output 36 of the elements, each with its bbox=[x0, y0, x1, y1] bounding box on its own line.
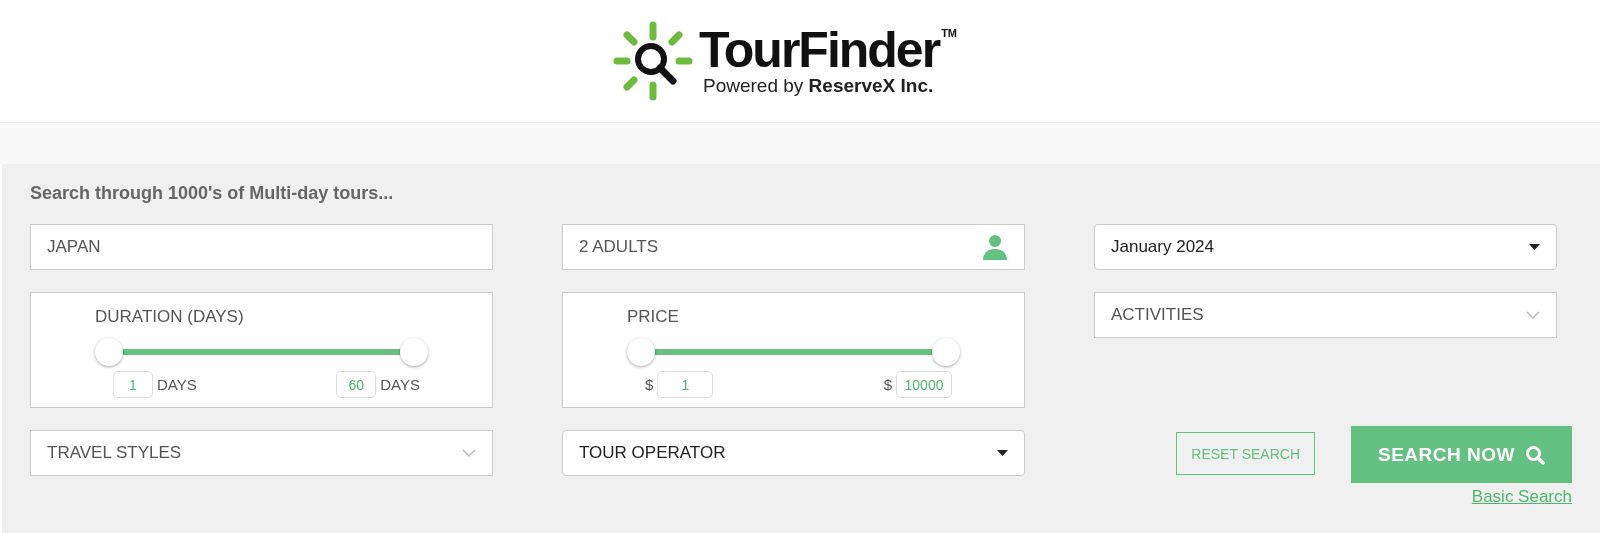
logo-icon bbox=[612, 21, 693, 101]
price-field[interactable]: 10000 bbox=[896, 371, 952, 398]
slider-thumb[interactable] bbox=[627, 338, 655, 366]
caret-icon bbox=[1529, 244, 1540, 250]
caret-icon bbox=[997, 450, 1008, 456]
slider-thumb[interactable] bbox=[400, 338, 428, 366]
basic-search-link[interactable]: Basic Search bbox=[1471, 487, 1572, 507]
person-icon bbox=[982, 234, 1008, 260]
activities-select[interactable]: ACTIVITIES bbox=[1094, 292, 1557, 338]
brand-name: TourFinder bbox=[698, 25, 940, 75]
month-select[interactable]: January 2024 bbox=[1094, 224, 1557, 270]
days-field[interactable]: 1 bbox=[113, 371, 153, 398]
price-field[interactable]: 1 bbox=[657, 371, 714, 398]
slider-label: DURATION (DAYS) bbox=[95, 307, 245, 327]
unit-label: DAYS bbox=[380, 376, 420, 393]
search-heading: Search through 1000's of Multi-day tours... bbox=[30, 182, 395, 205]
reset-search-button[interactable]: RESET SEARCH bbox=[1176, 432, 1315, 475]
travellers-field[interactable]: 2 ADULTS bbox=[562, 224, 1025, 270]
range-slider[interactable] bbox=[627, 338, 960, 366]
travel-styles-select[interactable]: TRAVEL STYLES bbox=[30, 430, 493, 476]
tour-operator-select[interactable]: TOUR OPERATOR bbox=[562, 430, 1025, 476]
brand-tagline: Powered by ReserveX Inc. bbox=[702, 75, 935, 97]
slider-thumb[interactable] bbox=[95, 338, 123, 366]
chevron-icon bbox=[1526, 311, 1540, 319]
search-icon bbox=[1524, 444, 1545, 465]
range-slider[interactable] bbox=[95, 338, 428, 366]
unit-label: DAYS bbox=[157, 376, 197, 393]
destination-field[interactable]: JAPAN bbox=[30, 224, 493, 270]
days-field[interactable]: 60 bbox=[336, 371, 377, 398]
trademark-mark: TM bbox=[941, 27, 957, 39]
currency-label: $ bbox=[645, 376, 654, 393]
chevron-icon bbox=[462, 449, 476, 457]
slider-thumb[interactable] bbox=[932, 338, 960, 366]
slider-label: PRICE bbox=[627, 307, 680, 327]
currency-label: $ bbox=[883, 376, 892, 393]
search-now-button[interactable]: SEARCH NOW bbox=[1351, 426, 1572, 483]
